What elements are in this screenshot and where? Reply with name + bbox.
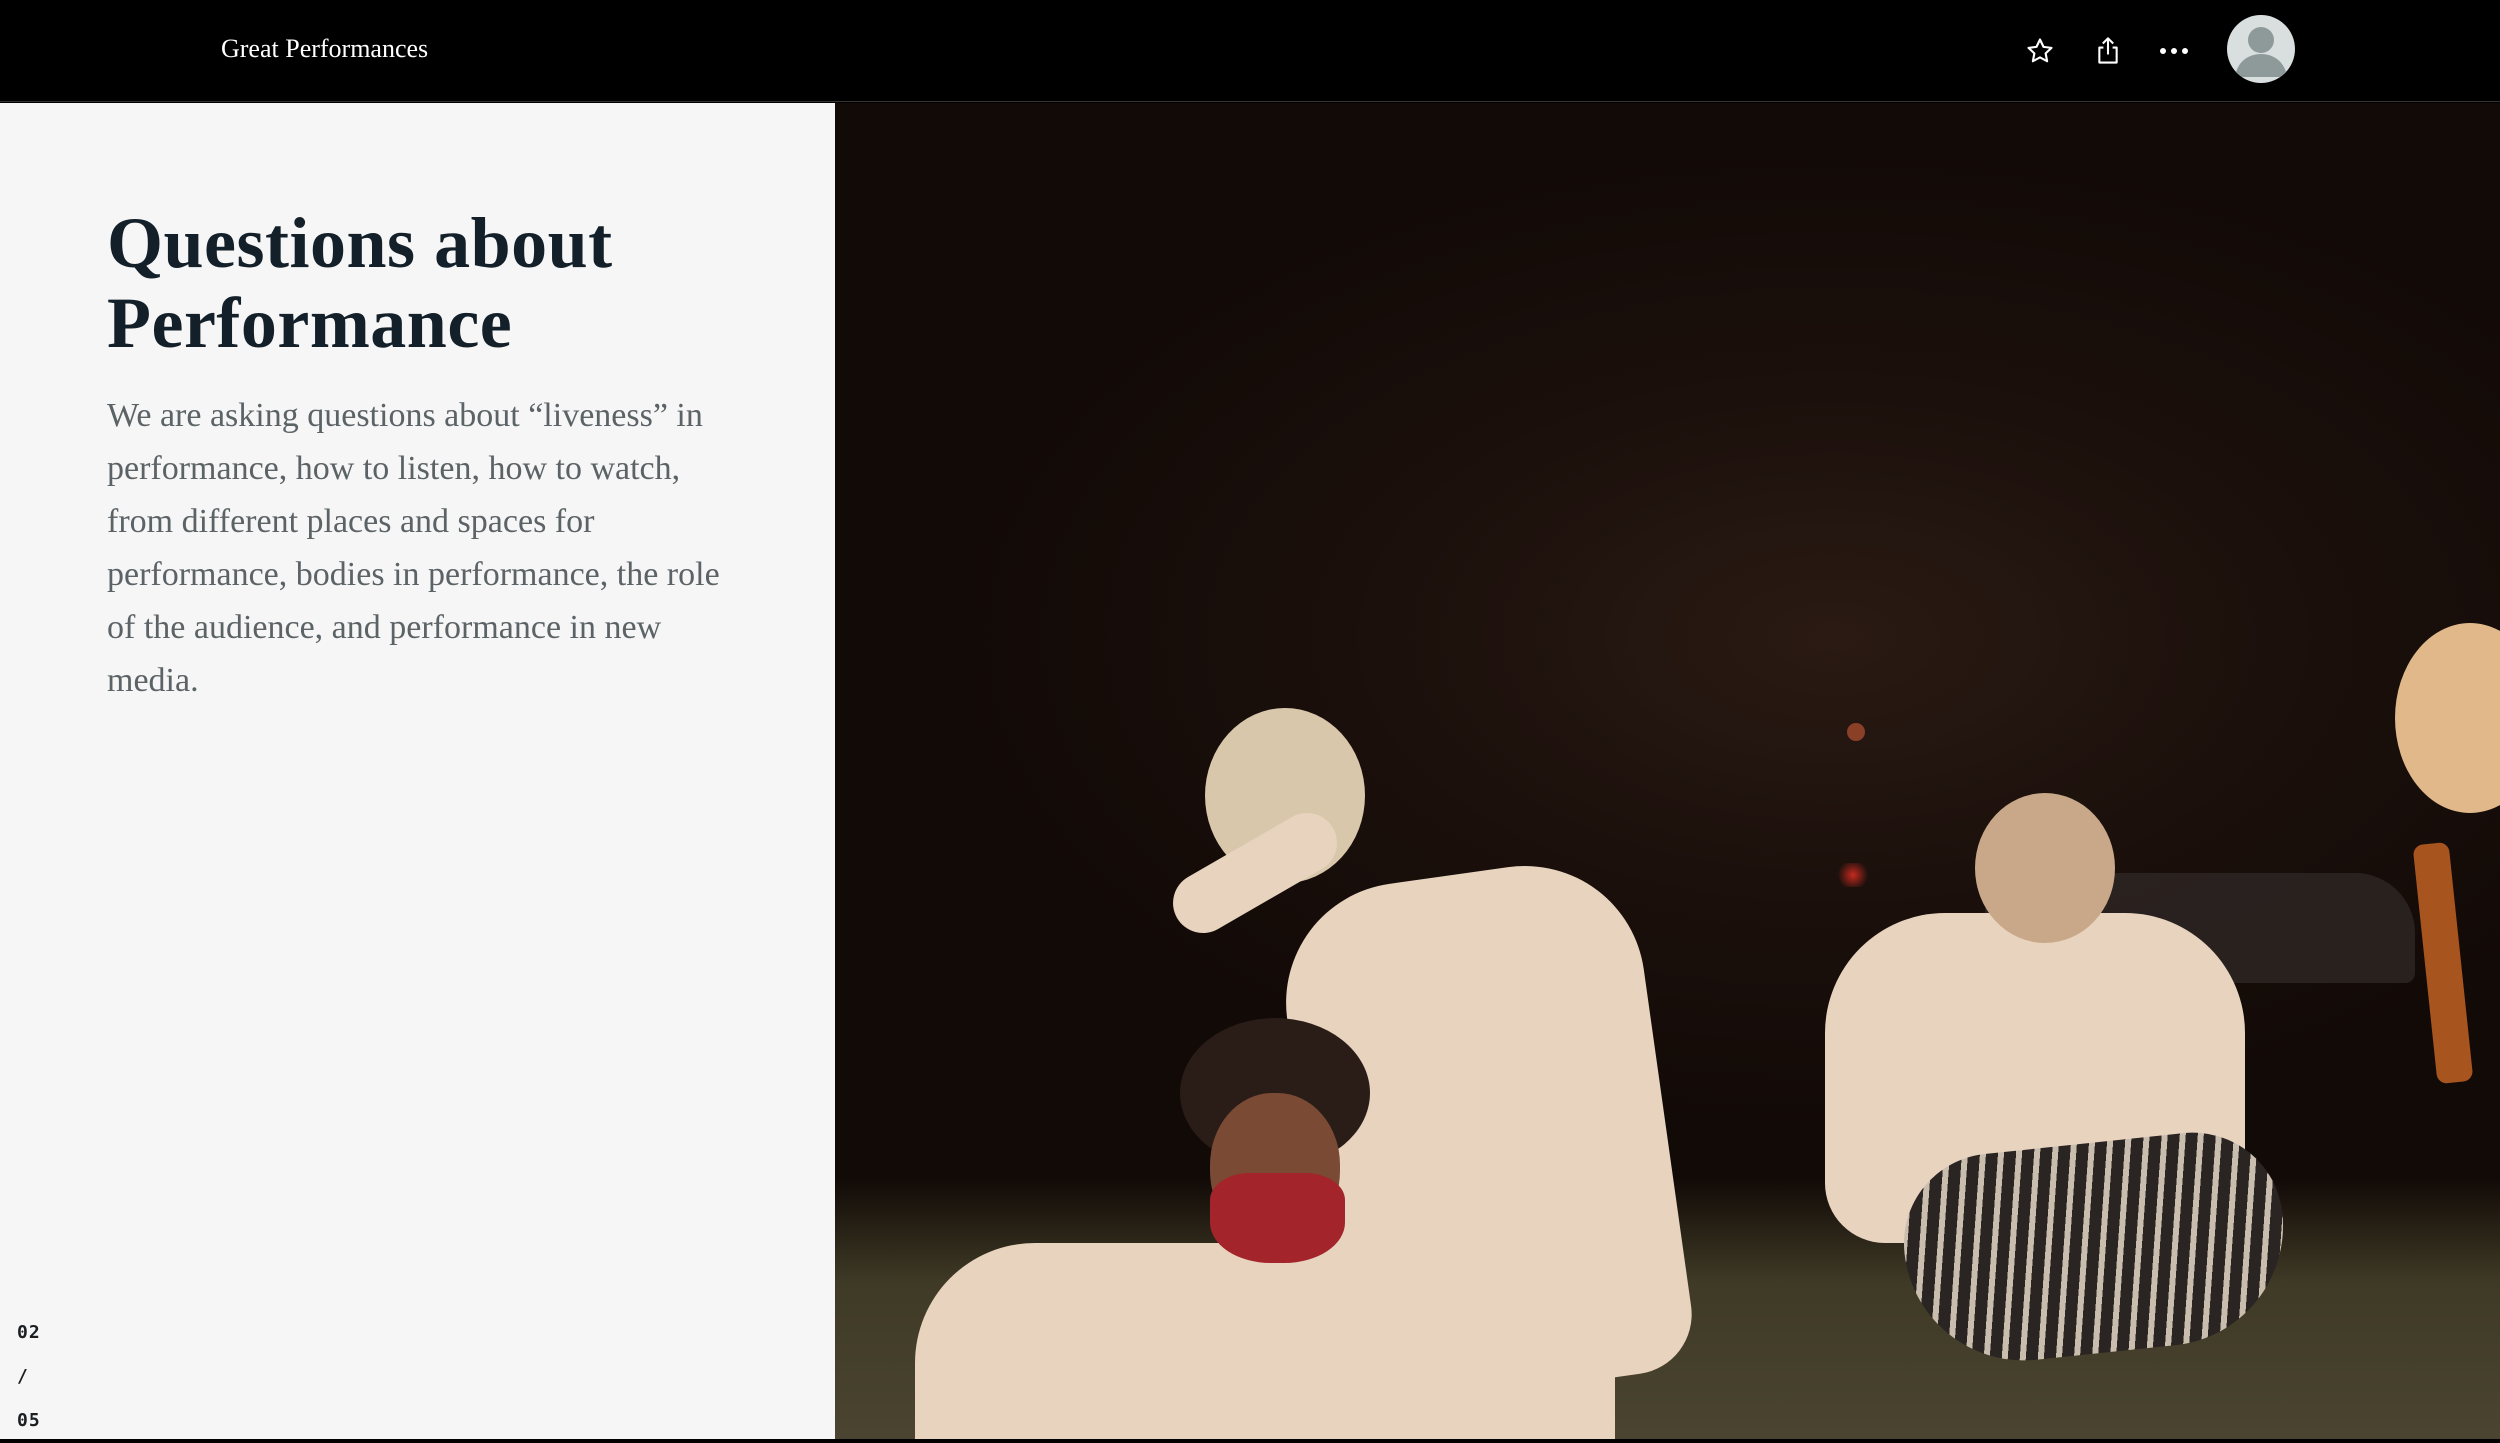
distant-light <box>1847 723 1865 741</box>
red-face-mask <box>1210 1173 1345 1263</box>
favorite-button[interactable] <box>2018 29 2062 73</box>
share-icon <box>2098 37 2118 64</box>
avatar-icon <box>2235 27 2287 77</box>
share-button[interactable] <box>2086 29 2130 73</box>
story-text-panel: Questions about Performance We are askin… <box>0 103 835 1439</box>
section-title: Questions about Performance <box>107 203 613 363</box>
more-options-button[interactable] <box>2152 29 2196 73</box>
top-bar: Great Performances <box>0 0 2500 102</box>
performance-photo <box>835 103 2500 1439</box>
dancer-edge-tie <box>2412 841 2474 1085</box>
car-taillight <box>1835 863 1871 887</box>
page-total: 05 <box>17 1410 41 1431</box>
page-separator: / <box>17 1366 29 1387</box>
star-icon <box>2027 38 2053 63</box>
dancer-right-head <box>1975 793 2115 943</box>
dancer-front-body <box>915 1243 1615 1439</box>
section-description: We are asking questions about “liveness”… <box>107 397 720 699</box>
more-icon <box>2160 48 2188 54</box>
site-title[interactable]: Great Performances <box>221 32 428 66</box>
user-avatar[interactable] <box>2227 15 2295 83</box>
dancer-edge-head <box>2395 623 2500 813</box>
page-indicator: 02 / 05 <box>17 1311 41 1443</box>
page-current: 02 <box>17 1322 41 1343</box>
